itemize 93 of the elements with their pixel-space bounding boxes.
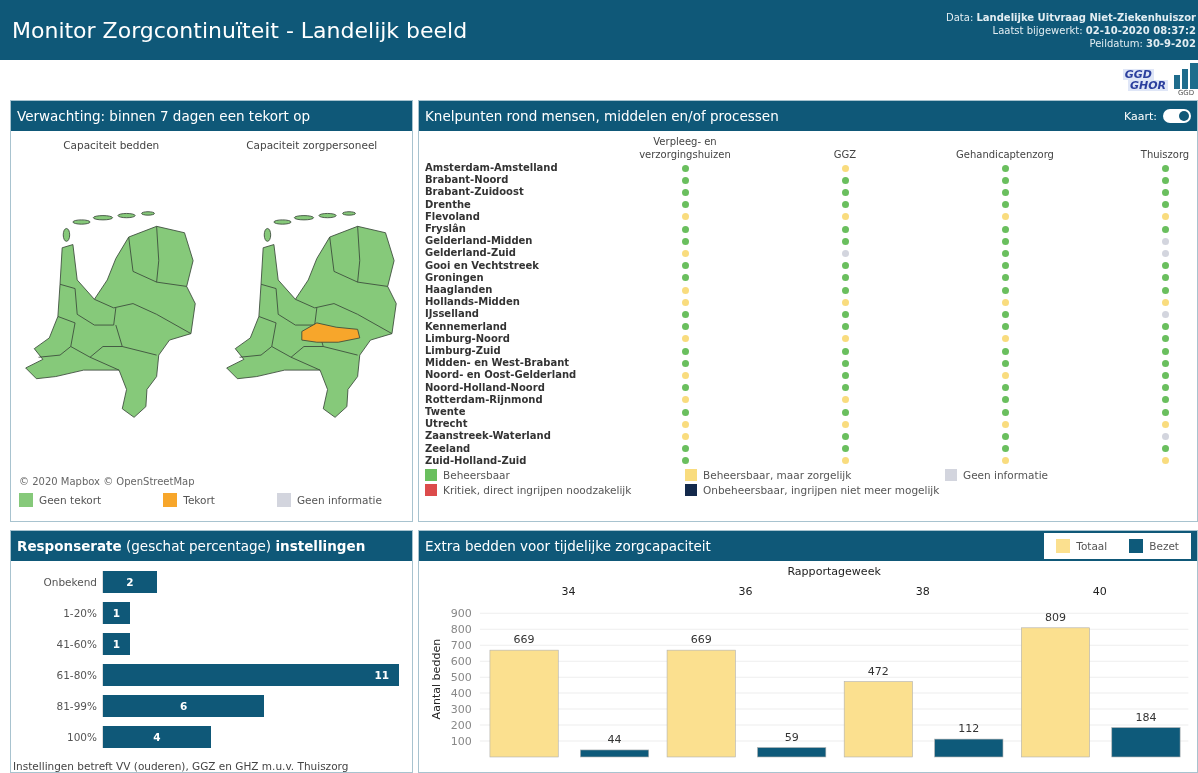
- legend-label: Onbeheersbaar, ingrijpen niet meer mogelijk: [703, 484, 940, 497]
- region-name: Gooi en Vechtstreek: [425, 259, 540, 272]
- region-name: Flevoland: [425, 210, 481, 223]
- region-name: Zaanstreek-Waterland: [425, 430, 552, 443]
- region-name: Limburg-Zuid: [425, 345, 502, 358]
- region-name: Limburg-Noord: [425, 332, 511, 346]
- map-title: Capaciteit bedden: [63, 139, 160, 151]
- region-name: Noord- en Oost-Gelderland: [425, 369, 578, 382]
- y-tick-label: 500: [450, 671, 472, 685]
- bar-value: 112: [958, 722, 980, 736]
- y-axis-title: Aantal bedden: [429, 638, 443, 720]
- bar-value: 472: [867, 664, 889, 678]
- header-info: Data: Landelijke Uitvraag Niet-Ziekenhuiszor: [946, 11, 1196, 23]
- bar-value: 669: [690, 633, 712, 647]
- week-label: 36: [738, 585, 753, 599]
- category-label: 41-60%: [55, 638, 98, 650]
- panel-title: Verwachting: binnen 7 dagen een tekort op: [17, 108, 310, 124]
- region-name: Haaglanden: [425, 284, 494, 297]
- dashboard-title: Monitor Zorgcontinuïteit - Landelijk beeld: [12, 17, 468, 43]
- category-label: 100%: [65, 731, 98, 743]
- bed-bar: [1111, 727, 1181, 758]
- region-name: Zuid-Holland-Zuid: [425, 454, 528, 468]
- y-tick-label: 300: [450, 703, 472, 717]
- region-name: Twente: [425, 406, 467, 419]
- region-name: Gelderland-Zuid: [425, 247, 517, 260]
- legend-label: Kritiek, direct ingrijpen noodzakelijk: [443, 484, 632, 497]
- y-tick-label: 200: [450, 719, 472, 733]
- region-name: Rotterdam-Rijnmond: [425, 393, 544, 407]
- region-name: Brabant-Noord: [425, 174, 510, 187]
- category-label: 1-20%: [62, 607, 98, 619]
- bar-value: 6: [180, 700, 188, 712]
- bar-value: 1: [112, 638, 121, 650]
- category-label: 81-99%: [55, 700, 98, 712]
- y-tick-label: 900: [450, 607, 472, 621]
- bed-bar: [757, 747, 827, 758]
- y-tick-label: 700: [450, 639, 472, 653]
- bar-value: 809: [1044, 610, 1067, 624]
- header-info: Laatst bijgewerkt: 02-10-2020 08:37:2: [992, 24, 1196, 36]
- footnote: Instellingen betreft VV (ouderen), GGZ en GHZ m.u.v. Thuiszorg: [12, 760, 350, 772]
- category-label: 61-80%: [55, 669, 98, 681]
- bed-bar: [580, 749, 649, 758]
- region-name: Brabant-Zuidoost: [425, 186, 525, 199]
- region-name: Fryslân: [425, 223, 467, 236]
- bar-value: 59: [784, 730, 799, 744]
- column-header: GGZ: [833, 148, 857, 162]
- region-name: Noord-Holland-Noord: [425, 381, 546, 394]
- toggle-label: Kaart:: [1123, 109, 1157, 123]
- y-tick-label: 800: [450, 623, 472, 637]
- bar-value: 2: [126, 576, 134, 588]
- week-label: 38: [915, 585, 930, 599]
- region-name: Utrecht: [425, 418, 469, 431]
- y-tick-label: 600: [450, 655, 472, 669]
- region-name: Midden- en West-Brabant: [425, 357, 571, 370]
- legend-label: Bezet: [1149, 540, 1179, 552]
- week-label: 40: [1092, 585, 1107, 599]
- bar-value: 4: [153, 731, 161, 743]
- region-name: Drenthe: [425, 198, 472, 211]
- region-name: Zeeland: [425, 442, 472, 455]
- legend-label: Totaal: [1076, 540, 1108, 552]
- region-name: Kennemerland: [425, 320, 508, 333]
- column-header: Verpleeg- en verzorgingshuizen: [638, 135, 732, 162]
- legend-label: Geen informatie: [296, 494, 382, 506]
- y-tick-label: 400: [450, 687, 472, 701]
- column-header: Thuiszorg: [1140, 148, 1190, 162]
- legend-label: Geen informatie: [963, 469, 1049, 482]
- header-info: Peildatum: 30-9-202: [1089, 37, 1196, 49]
- region-name: IJsselland: [425, 308, 480, 321]
- bar-value: 669: [513, 633, 535, 647]
- y-tick-label: 100: [450, 735, 472, 749]
- legend-label: Tekort: [183, 494, 215, 506]
- panel-title: Knelpunten rond mensen, middelen en/of processen: [425, 108, 779, 124]
- bar-value: 1: [112, 607, 121, 619]
- panel-title: Responserate (geschat percentage) instellingen: [17, 538, 366, 554]
- panel-title: Extra bedden voor tijdelijke zorgcapaciteit: [425, 538, 711, 554]
- bar-value: 11: [374, 669, 389, 681]
- map-title: Capaciteit zorgpersoneel: [246, 139, 378, 151]
- week-label: 34: [561, 585, 576, 599]
- category-label: Onbekend: [42, 576, 98, 588]
- map-attribution: © 2020 Mapbox © OpenStreetMap: [18, 476, 196, 487]
- region-name: Gelderland-Midden: [425, 235, 534, 248]
- x-axis-title: Rapportageweek: [787, 565, 881, 579]
- map-toggle-switch[interactable]: [1163, 109, 1191, 123]
- column-header: Gehandicaptenzorg: [956, 148, 1054, 162]
- region-name: Groningen: [425, 271, 485, 285]
- bar-value: 184: [1135, 710, 1157, 724]
- legend-label: Geen tekort: [39, 494, 102, 506]
- legend-label: Beheersbaar, maar zorgelijk: [703, 469, 852, 482]
- bed-bar: [934, 738, 1004, 758]
- bar-value: 44: [607, 732, 622, 746]
- region-name: Amsterdam-Amstelland: [425, 162, 559, 175]
- legend-label: Beheersbaar: [443, 469, 510, 482]
- organization-logo: GGD GHOR: [1122, 69, 1168, 91]
- region-name: Hollands-Midden: [425, 296, 521, 309]
